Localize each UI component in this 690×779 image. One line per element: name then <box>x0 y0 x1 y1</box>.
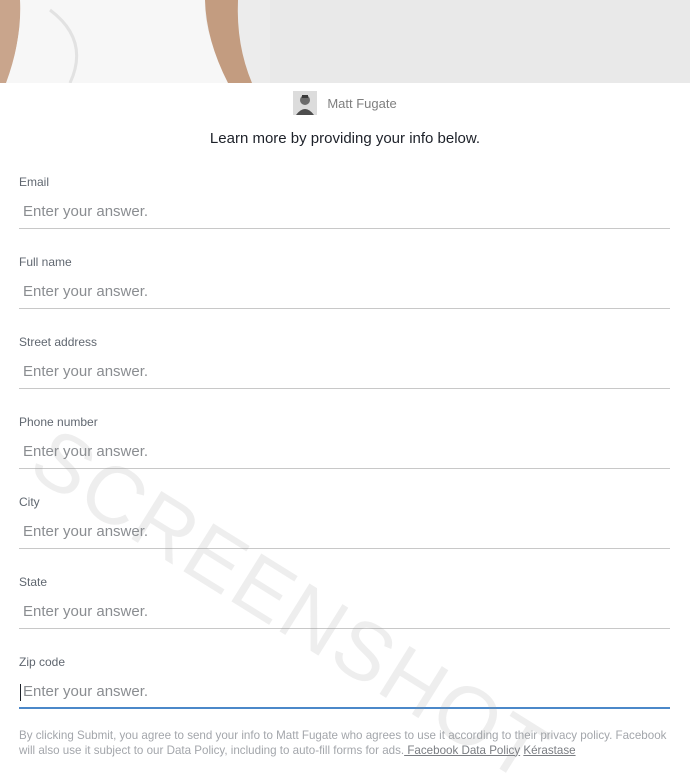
hero-image <box>0 0 690 83</box>
lead-form: Email Full name Street address Phone num… <box>19 171 670 731</box>
lead-form-page: Matt Fugate Learn more by providing your… <box>0 0 690 779</box>
advertiser-name[interactable]: Matt Fugate <box>327 96 396 111</box>
field-city: City <box>19 491 670 571</box>
intro-text: Learn more by providing your info below. <box>209 130 481 147</box>
email-input[interactable] <box>19 195 670 229</box>
field-phone-number: Phone number <box>19 411 670 491</box>
field-state: State <box>19 571 670 651</box>
brand-privacy-link[interactable]: Kérastase <box>523 744 575 757</box>
city-input[interactable] <box>19 515 670 549</box>
field-zip-code: Zip code <box>19 651 670 731</box>
field-full-name: Full name <box>19 251 670 331</box>
state-input[interactable] <box>19 595 670 629</box>
field-label-city: City <box>19 495 40 509</box>
field-label-zip-code: Zip code <box>19 655 66 669</box>
full-name-input[interactable] <box>19 275 670 309</box>
field-street-address: Street address <box>19 331 670 411</box>
field-label-state: State <box>19 575 48 589</box>
text-cursor <box>20 684 21 701</box>
street-address-input[interactable] <box>19 355 670 389</box>
phone-number-input[interactable] <box>19 435 670 469</box>
disclaimer: By clicking Submit, you agree to send yo… <box>19 729 679 758</box>
advertiser-row: Matt Fugate <box>0 90 690 116</box>
field-label-email: Email <box>19 175 50 189</box>
field-label-full-name: Full name <box>19 255 72 269</box>
field-label-phone-number: Phone number <box>19 415 98 429</box>
field-label-street-address: Street address <box>19 335 98 349</box>
facebook-data-policy-link[interactable]: Facebook Data Policy <box>404 744 520 757</box>
field-email: Email <box>19 171 670 251</box>
zip-code-input[interactable] <box>19 675 670 709</box>
avatar[interactable] <box>293 91 318 115</box>
